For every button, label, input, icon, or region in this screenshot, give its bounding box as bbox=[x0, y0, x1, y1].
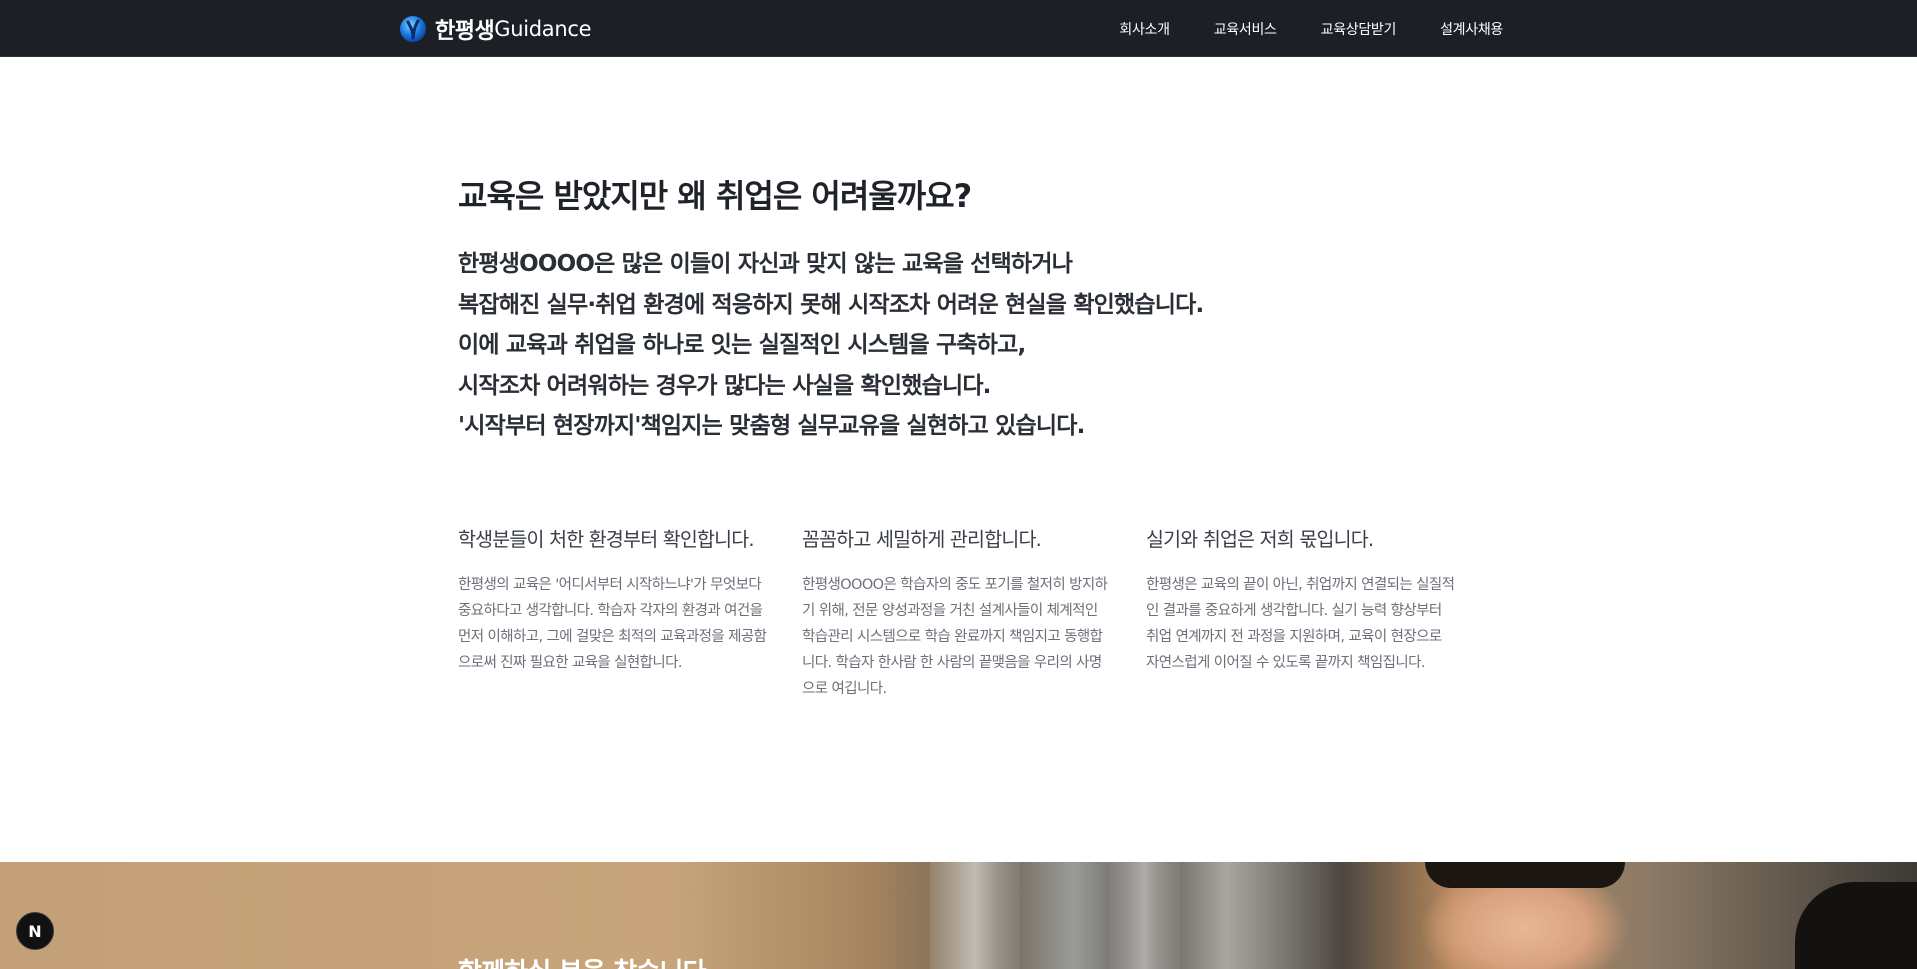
recruit-banner: 함께하실 분을 찾습니다 bbox=[0, 862, 1917, 969]
feature-title: 실기와 취업은 저희 몫입니다. bbox=[1146, 528, 1374, 551]
features-section: 학생분들이 처한 환경부터 확인합니다. 한평생의 교육은 '어디서부터 시작하… bbox=[458, 526, 1458, 702]
intro-section: 교육은 받았지만 왜 취업은 어려울까요? 한평생OOOO은 많은 이들이 자신… bbox=[458, 176, 1458, 447]
page-headline: 교육은 받았지만 왜 취업은 어려울까요? bbox=[458, 177, 972, 215]
feature-body: 한평생은 교육의 끝이 아닌, 취업까지 연결되는 실질적인 결과를 중요하게 … bbox=[1146, 577, 1455, 671]
intro-line: 복잡해진 실무·취업 환경에 적응하지 못해 시작조차 어려운 현실을 확인했습… bbox=[458, 291, 1204, 318]
globe-logo-icon bbox=[399, 15, 427, 43]
feature-title: 꼼꼼하고 세밀하게 관리합니다. bbox=[802, 528, 1042, 551]
banner-background-light bbox=[1110, 862, 1180, 969]
banner-person-hair bbox=[1425, 862, 1625, 888]
intro-line: '시작부터 현장까지'책임지는 맞춤형 실무교유을 실현하고 있습니다. bbox=[458, 413, 1085, 440]
nav-education-service[interactable]: 교육서비스 bbox=[1214, 19, 1277, 39]
banner-background-dark bbox=[1795, 882, 1917, 969]
top-navigation-bar: 한평생 Guidance 회사소개 교육서비스 교육상담받기 설계사채용 bbox=[0, 0, 1917, 57]
intro-line: 시작조차 어려워하는 경우가 많다는 사실을 확인했습니다. bbox=[458, 372, 991, 399]
logo-text-english: Guidance bbox=[494, 17, 592, 41]
feature-card-management: 꼼꼼하고 세밀하게 관리합니다. 한평생OOOO은 학습자의 중도 포기를 철저… bbox=[802, 526, 1114, 702]
logo-text-korean: 한평생 bbox=[435, 19, 495, 44]
nav-planner-recruit[interactable]: 설계사채용 bbox=[1440, 19, 1503, 39]
feature-body: 한평생OOOO은 학습자의 중도 포기를 철저히 방지하기 위해, 전문 양성과… bbox=[802, 577, 1108, 697]
logo-link[interactable]: 한평생 Guidance bbox=[399, 13, 592, 45]
intro-line: 한평생OOOO은 많은 이들이 자신과 맞지 않는 교육을 선택하거나 bbox=[458, 251, 1073, 277]
feature-title: 학생분들이 처한 환경부터 확인합니다. bbox=[458, 528, 755, 551]
nav-company-intro[interactable]: 회사소개 bbox=[1119, 19, 1170, 39]
feature-body: 한평생의 교육은 '어디서부터 시작하느냐'가 무엇보다 중요하다고 생각합니다… bbox=[458, 577, 767, 671]
intro-lead-paragraph: 한평생OOOO은 많은 이들이 자신과 맞지 않는 교육을 선택하거나 복잡해진… bbox=[458, 244, 1458, 447]
banner-heading: 함께하실 분을 찾습니다 bbox=[458, 952, 707, 969]
badge-label: N bbox=[28, 921, 42, 941]
intro-line: 이에 교육과 취업을 하나로 잇는 실질적인 시스템을 구축하고, bbox=[458, 332, 1026, 359]
banner-background-light bbox=[930, 862, 1020, 969]
feature-card-environment: 학생분들이 처한 환경부터 확인합니다. 한평생의 교육은 '어디서부터 시작하… bbox=[458, 526, 770, 702]
feature-card-employment: 실기와 취업은 저희 몫입니다. 한평생은 교육의 끝이 아닌, 취업까지 연결… bbox=[1146, 526, 1458, 702]
nextjs-badge-icon[interactable]: N bbox=[16, 912, 54, 950]
main-navigation: 회사소개 교육서비스 교육상담받기 설계사채용 bbox=[1119, 0, 1503, 57]
nav-education-consult[interactable]: 교육상담받기 bbox=[1321, 19, 1397, 39]
